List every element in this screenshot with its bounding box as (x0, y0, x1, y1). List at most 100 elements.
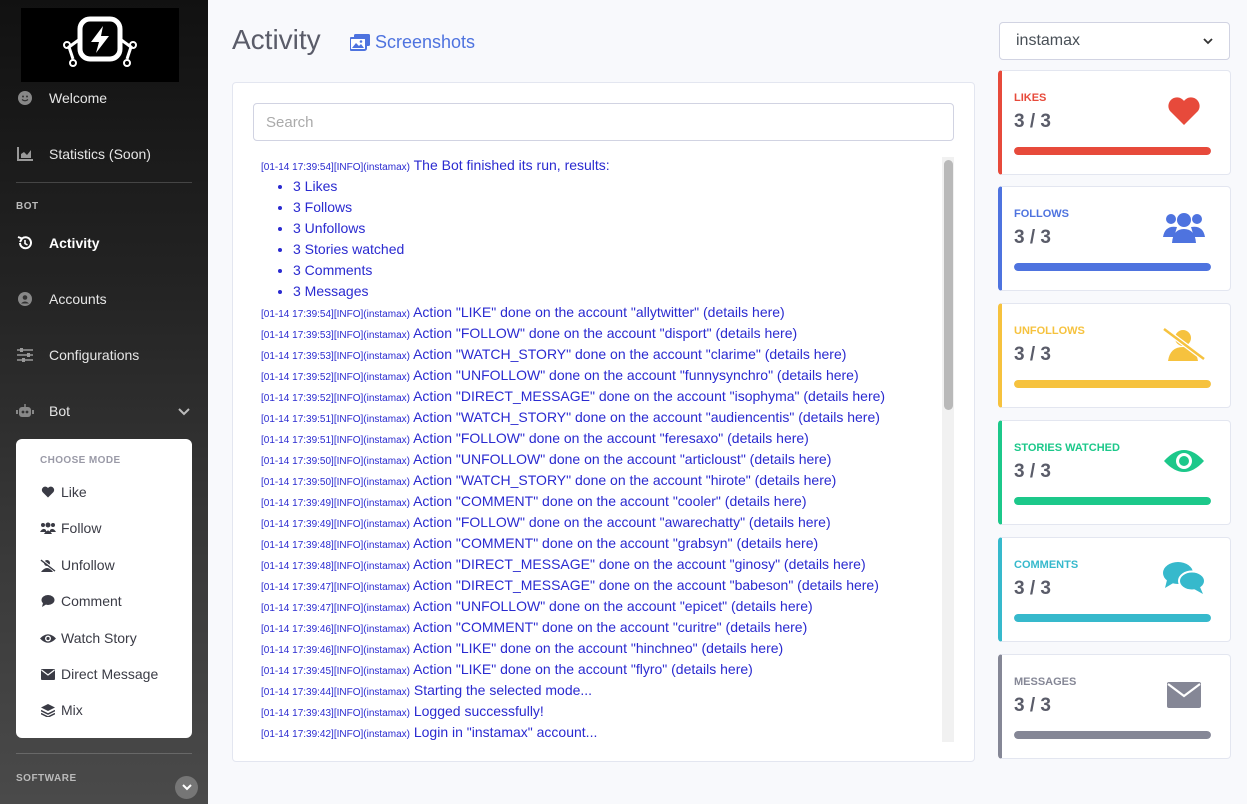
log-line: [01-14 17:39:53][INFO](instamax) Action … (261, 344, 941, 365)
log-text[interactable]: Action "WATCH_STORY" done on the account… (413, 346, 846, 362)
log-summary-item: 3 Likes (293, 176, 941, 197)
stat-card-unfollows: UNFOLLOWS 3 / 3 (998, 303, 1231, 408)
log-text[interactable]: Action "DIRECT_MESSAGE" done on the acco… (413, 577, 879, 593)
log-line: [01-14 17:39:47][INFO](instamax) Action … (261, 596, 941, 617)
log-summary-item: 3 Stories watched (293, 239, 941, 260)
page-title: Activity (232, 24, 321, 55)
log-meta: [01-14 17:39:51][INFO](instamax) (261, 435, 410, 446)
nav-configurations[interactable]: Configurations (0, 335, 208, 375)
log-line: [01-14 17:39:49][INFO](instamax) Action … (261, 512, 941, 533)
mode-follow-label: Follow (61, 520, 102, 536)
log-line: [01-14 17:39:50][INFO](instamax) Action … (261, 449, 941, 470)
log-lines: [01-14 17:39:54][INFO](instamax) Action … (261, 302, 941, 741)
log-text[interactable]: Action "FOLLOW" done on the account "awa… (413, 514, 831, 530)
chevron-down-icon (181, 784, 192, 791)
log-line: [01-14 17:39:42][INFO](instamax) Login i… (261, 722, 941, 741)
software-heading: SOFTWARE (16, 773, 77, 784)
sliders-icon (16, 346, 34, 364)
log-line: [01-14 17:39:51][INFO](instamax) Action … (261, 428, 941, 449)
stat-label: LIKES (1014, 92, 1047, 104)
robot-icon (16, 402, 34, 420)
mode-watch-story-label: Watch Story (61, 630, 137, 646)
stat-progress-bar (1014, 497, 1211, 505)
activity-log-card: [01-14 17:39:54][INFO](instamax) The Bot… (232, 82, 975, 762)
activity-log[interactable]: [01-14 17:39:54][INFO](instamax) The Bot… (261, 155, 941, 741)
log-line: [01-14 17:39:45][INFO](instamax) Action … (261, 659, 941, 680)
app-logo[interactable] (21, 8, 179, 82)
log-meta: [01-14 17:39:53][INFO](instamax) (261, 351, 410, 362)
search-input[interactable] (253, 103, 954, 141)
log-text[interactable]: Action "DIRECT_MESSAGE" done on the acco… (413, 388, 885, 404)
log-text[interactable]: Action "DIRECT_MESSAGE" done on the acco… (413, 556, 866, 572)
stat-progress-fill (1014, 263, 1211, 271)
log-meta: [01-14 17:39:44][INFO](instamax) (261, 687, 410, 698)
user-slash-icon (1162, 324, 1206, 364)
log-meta: [01-14 17:39:52][INFO](instamax) (261, 393, 410, 404)
log-text[interactable]: Action "UNFOLLOW" done on the account "a… (413, 451, 831, 467)
mode-comment-label: Comment (61, 593, 122, 609)
sidebar-toggle-button[interactable] (175, 776, 198, 799)
mode-comment[interactable]: Comment (40, 589, 122, 613)
chevron-down-icon (1203, 32, 1213, 50)
log-text[interactable]: Action "UNFOLLOW" done on the account "f… (413, 367, 859, 383)
log-meta: [01-14 17:39:53][INFO](instamax) (261, 330, 410, 341)
layers-icon (40, 703, 56, 717)
log-meta: [01-14 17:39:45][INFO](instamax) (261, 666, 410, 677)
log-text[interactable]: Action "LIKE" done on the account "hinch… (413, 640, 783, 656)
log-line: [01-14 17:39:50][INFO](instamax) Action … (261, 470, 941, 491)
log-summary-item: 3 Follows (293, 197, 941, 218)
comment-icon (40, 594, 56, 608)
account-select[interactable]: instamax (999, 22, 1230, 60)
nav-bot[interactable]: Bot (0, 391, 208, 431)
log-meta: [01-14 17:39:48][INFO](instamax) (261, 561, 410, 572)
log-meta: [01-14 17:39:51][INFO](instamax) (261, 414, 410, 425)
log-meta: [01-14 17:39:43][INFO](instamax) (261, 708, 410, 719)
log-text[interactable]: Action "LIKE" done on the account "allyt… (413, 304, 785, 320)
log-text[interactable]: Action "COMMENT" done on the account "gr… (413, 535, 818, 551)
log-text[interactable]: Logged successfully! (414, 703, 544, 719)
log-meta: [01-14 17:39:50][INFO](instamax) (261, 477, 410, 488)
mode-unfollow[interactable]: Unfollow (40, 553, 115, 577)
mode-mix[interactable]: Mix (40, 698, 83, 722)
log-line: [01-14 17:39:52][INFO](instamax) Action … (261, 386, 941, 407)
stat-value: 3 / 3 (1014, 344, 1051, 365)
log-summary-item: 3 Messages (293, 281, 941, 302)
nav-statistics[interactable]: Statistics (Soon) (0, 134, 208, 174)
log-meta: [01-14 17:39:54][INFO](instamax) (261, 309, 410, 320)
screenshots-link[interactable]: Screenshots (350, 32, 475, 53)
log-text[interactable]: Action "LIKE" done on the account "flyro… (413, 661, 753, 677)
stat-value: 3 / 3 (1014, 578, 1051, 599)
mode-like[interactable]: Like (40, 480, 87, 504)
nav-welcome-label: Welcome (49, 90, 108, 106)
account-select-value: instamax (1016, 32, 1081, 49)
heart-icon (1162, 91, 1206, 131)
mode-follow[interactable]: Follow (40, 516, 101, 540)
log-text[interactable]: Login in "instamax" account... (414, 724, 597, 740)
log-meta: [01-14 17:39:47][INFO](instamax) (261, 582, 410, 593)
mode-watch-story[interactable]: Watch Story (40, 626, 137, 650)
user-slash-icon (40, 558, 56, 572)
log-text[interactable]: Action "COMMENT" done on the account "cu… (413, 619, 807, 635)
log-text[interactable]: Starting the selected mode... (414, 682, 592, 698)
stat-label: COMMENTS (1014, 559, 1079, 571)
stat-label: UNFOLLOWS (1014, 325, 1085, 337)
sidebar-divider (16, 182, 192, 183)
nav-statistics-label: Statistics (Soon) (49, 146, 151, 162)
nav-activity[interactable]: Activity (0, 223, 208, 263)
stat-progress-bar (1014, 380, 1211, 388)
log-text[interactable]: Action "FOLLOW" done on the account "dis… (413, 325, 797, 341)
log-text[interactable]: Action "COMMENT" done on the account "co… (413, 493, 806, 509)
nav-accounts[interactable]: Accounts (0, 279, 208, 319)
log-scrollbar-thumb[interactable] (944, 160, 953, 410)
log-summary-item: 3 Comments (293, 260, 941, 281)
log-text[interactable]: Action "UNFOLLOW" done on the account "e… (413, 598, 813, 614)
envelope-icon (40, 667, 56, 681)
log-text[interactable]: Action "FOLLOW" done on the account "fer… (413, 430, 809, 446)
mode-direct-message-label: Direct Message (61, 666, 159, 682)
stat-card-follows: FOLLOWS 3 / 3 (998, 186, 1231, 291)
nav-welcome[interactable]: Welcome (0, 78, 208, 118)
mode-direct-message[interactable]: Direct Message (40, 662, 158, 686)
log-text[interactable]: Action "WATCH_STORY" done on the account… (413, 409, 880, 425)
log-meta: [01-14 17:39:52][INFO](instamax) (261, 372, 410, 383)
log-text[interactable]: Action "WATCH_STORY" done on the account… (413, 472, 836, 488)
